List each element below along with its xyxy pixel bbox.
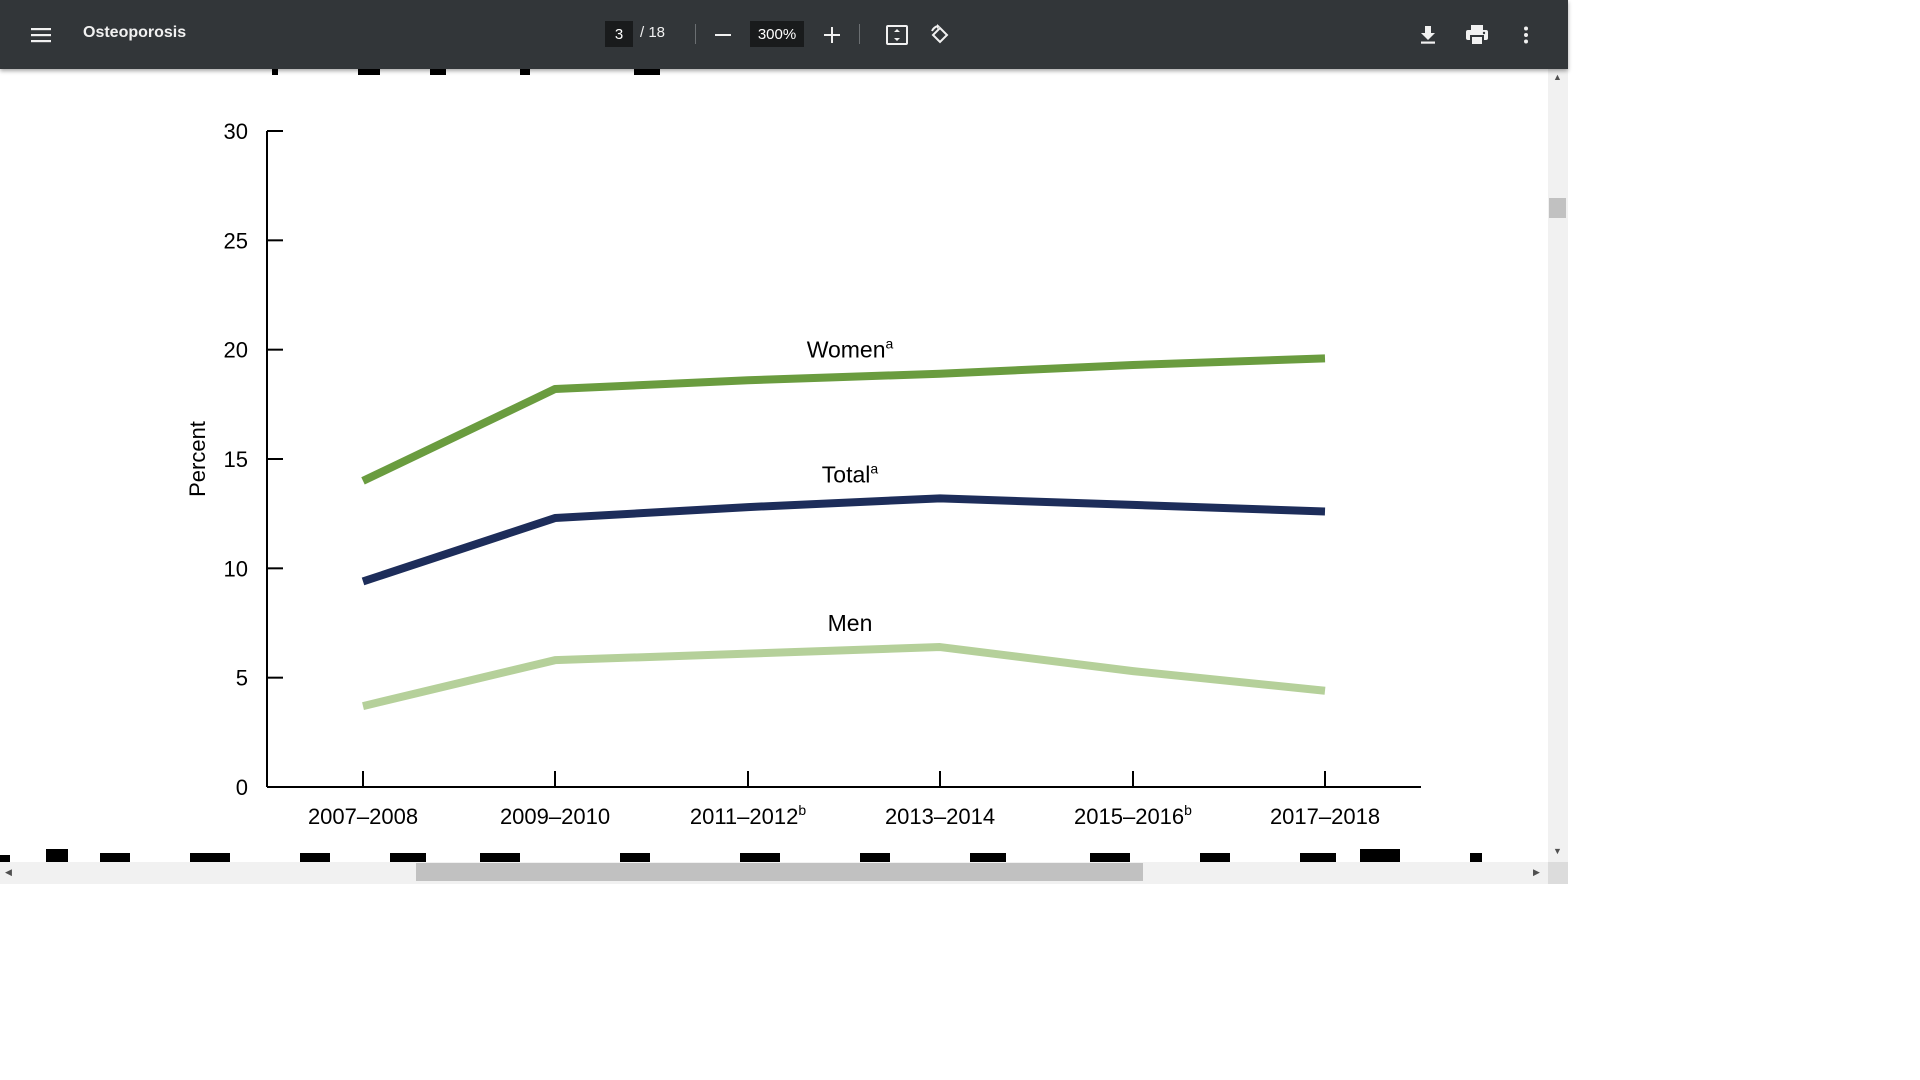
vertical-scroll-thumb[interactable] (1549, 198, 1566, 218)
clipped-caption-fragment (0, 849, 1482, 862)
page-number-input[interactable]: 3 (605, 21, 633, 47)
more-vert-icon (1524, 26, 1528, 44)
x-tick-label: 2015–2016b (1074, 802, 1192, 829)
scroll-right-arrow[interactable]: ▶ (1533, 867, 1540, 878)
y-tick-label: 10 (224, 556, 248, 581)
rotate-icon (931, 24, 949, 44)
y-tick-label: 5 (236, 666, 248, 691)
page-total: / 18 (640, 24, 666, 41)
y-tick-label: 25 (224, 228, 248, 253)
toolbar-divider (859, 24, 860, 44)
series-line-men (362, 643, 1326, 710)
x-tick-label: 2009–2010 (500, 804, 610, 829)
scroll-down-arrow[interactable]: ▼ (1553, 846, 1562, 856)
x-tick-label: 2007–2008 (308, 804, 418, 829)
fit-page-icon (886, 25, 908, 45)
document-title: Osteoporosis (83, 24, 187, 41)
scroll-left-arrow[interactable]: ◀ (5, 867, 12, 878)
print-button[interactable] (1461, 19, 1493, 51)
scrollbar-corner (1548, 862, 1568, 884)
menu-button[interactable] (26, 20, 56, 50)
more-options-button[interactable] (1512, 19, 1540, 51)
chart-series (361, 354, 1326, 710)
download-button[interactable] (1412, 19, 1444, 51)
toolbar-divider (695, 24, 696, 44)
pdf-toolbar: Osteoporosis 3 / 18 300% (0, 0, 1568, 69)
zoom-level-input[interactable]: 300% (750, 21, 804, 47)
x-tick-label: 2013–2014 (885, 804, 995, 829)
x-tick-label: 2011–2012b (690, 802, 807, 829)
y-axis-label: Percent (185, 421, 210, 497)
series-label-women: Womena (807, 336, 894, 363)
fit-to-page-button[interactable] (881, 19, 913, 51)
zoom-in-icon (824, 27, 840, 43)
line-chart: 0 5 10 15 20 25 30 Percent 2007–2008 2009–2010 201… (0, 69, 1482, 862)
series-label-total: Totala (822, 460, 879, 487)
y-tick-label: 0 (236, 775, 248, 800)
y-tick-label: 15 (224, 447, 248, 472)
horizontal-scroll-thumb[interactable] (416, 863, 1143, 881)
zoom-out-button[interactable] (708, 20, 738, 50)
zoom-in-button[interactable] (817, 20, 847, 50)
zoom-out-icon (715, 34, 731, 36)
clipped-heading-fragment (272, 69, 660, 75)
menu-icon (31, 28, 51, 43)
y-tick-label: 20 (224, 338, 248, 363)
print-icon (1466, 25, 1488, 45)
y-tick-label: 30 (224, 119, 248, 144)
pdf-page: 0 5 10 15 20 25 30 Percent 2007–2008 2009–2010 201… (0, 69, 1548, 862)
series-line-total (361, 494, 1326, 586)
x-tick-label: 2017–2018 (1270, 804, 1380, 829)
rotate-button[interactable] (924, 19, 956, 51)
download-icon (1421, 26, 1435, 44)
series-label-men: Men (828, 610, 873, 636)
vertical-scrollbar[interactable] (1548, 69, 1568, 862)
scroll-up-arrow[interactable]: ▲ (1553, 72, 1562, 82)
